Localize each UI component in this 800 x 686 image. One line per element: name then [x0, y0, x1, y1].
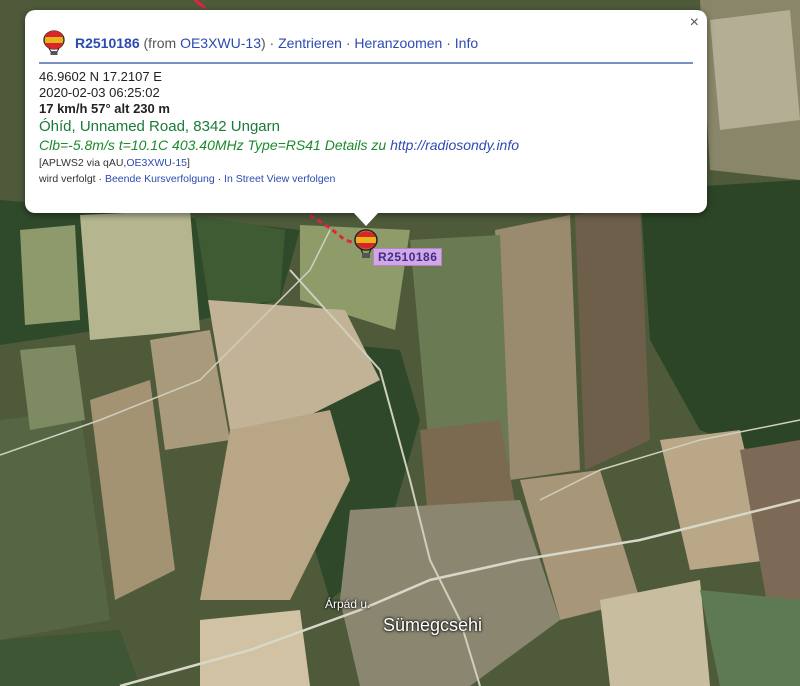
- path-prefix: [APLWS2 via qAU,: [39, 157, 127, 169]
- info-popup: × R2510186 (from OE3XWU-13) · Zentrieren…: [25, 10, 707, 213]
- balloon-icon: [43, 30, 65, 55]
- path-station-link[interactable]: OE3XWU-15: [126, 157, 187, 169]
- popup-header-text: R2510186 (from OE3XWU-13) · Zentrieren ·…: [75, 35, 478, 51]
- coordinates: 46.9602 N 17.2107 E: [39, 69, 162, 84]
- street-label: Árpád u.: [325, 597, 371, 611]
- popup-header: R2510186 (from OE3XWU-13) · Zentrieren ·…: [39, 28, 693, 64]
- path-suffix: ]: [187, 157, 190, 169]
- comment: Clb=-5.8m/s t=10.1C 403.40MHz Type=RS41 …: [39, 136, 693, 155]
- popup-tail: [353, 212, 379, 226]
- separator: ·: [214, 173, 225, 185]
- close-icon[interactable]: ×: [690, 14, 699, 32]
- tracking-status: wird verfolgt: [39, 173, 96, 185]
- info-link[interactable]: Info: [455, 35, 478, 51]
- separator: ·: [442, 35, 455, 51]
- tracking-actions: wird verfolgt · Beende Kursverfolgung · …: [39, 171, 693, 188]
- separator: ·: [95, 173, 105, 185]
- from-station-link[interactable]: OE3XWU-13: [180, 35, 261, 51]
- callsign-link[interactable]: R2510186: [75, 35, 140, 51]
- stop-tracking-link[interactable]: Beende Kursverfolgung: [105, 173, 215, 185]
- timestamp: 2020-02-03 06:25:02: [39, 85, 160, 100]
- speed-altitude: 17 km/h 57° alt 230 m: [39, 101, 170, 116]
- marker-label[interactable]: R2510186: [373, 248, 443, 266]
- separator: ·: [265, 35, 279, 51]
- from-prefix: (from: [143, 35, 181, 51]
- separator: ·: [341, 35, 355, 51]
- radiosondy-link[interactable]: http://radiosondy.info: [390, 137, 519, 153]
- comment-text: Clb=-5.8m/s t=10.1C 403.40MHz Type=RS41 …: [39, 137, 391, 153]
- center-link[interactable]: Zentrieren: [278, 35, 342, 51]
- zoom-link[interactable]: Heranzoomen: [354, 35, 442, 51]
- town-label: Sümegcsehi: [383, 615, 483, 635]
- street-view-link[interactable]: In Street View verfolgen: [224, 173, 335, 185]
- location-address: Óhíd, Unnamed Road, 8342 Ungarn: [39, 118, 280, 135]
- packet-path: [APLWS2 via qAU,OE3XWU-15]: [39, 155, 693, 171]
